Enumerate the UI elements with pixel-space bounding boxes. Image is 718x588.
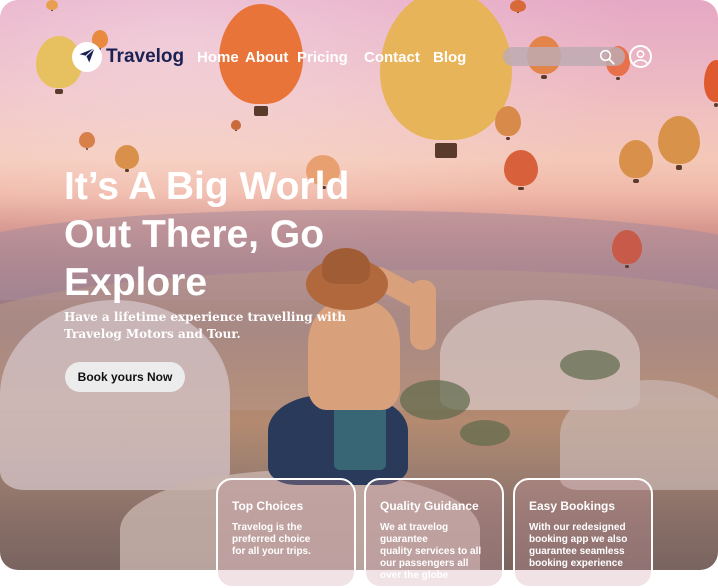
nav-contact[interactable]: Contact xyxy=(364,49,420,66)
hot-air-balloon xyxy=(510,0,526,14)
hot-air-balloon xyxy=(46,0,58,12)
hot-air-balloon xyxy=(79,132,95,150)
feature-card-title: Quality Guidance xyxy=(380,499,479,513)
nav-blog[interactable]: Blog xyxy=(433,49,466,66)
book-now-button[interactable]: Book yours Now xyxy=(65,362,185,392)
hot-air-balloon xyxy=(495,106,521,140)
nav-pricing[interactable]: Pricing xyxy=(297,49,348,66)
hot-air-balloon xyxy=(658,116,700,170)
feature-card-title: Easy Bookings xyxy=(529,499,616,513)
paper-plane-icon xyxy=(78,46,96,69)
feature-card-top-choices[interactable]: Top Choices Travelog is the preferred ch… xyxy=(216,478,356,588)
hot-air-balloon xyxy=(504,150,538,191)
feature-card-quality-guidance[interactable]: Quality Guidance We at travelog guarante… xyxy=(364,478,504,588)
user-circle-icon[interactable] xyxy=(629,45,652,68)
feature-card-title: Top Choices xyxy=(232,499,304,513)
shrub xyxy=(400,380,470,420)
nav-about[interactable]: About xyxy=(245,49,288,66)
brand-name[interactable]: Travelog xyxy=(106,46,184,68)
hero-title: It’s A Big World Out There, Go Explore xyxy=(64,165,350,304)
hot-air-balloon xyxy=(619,140,653,183)
hero-subtitle: Have a lifetime experience travelling wi… xyxy=(64,310,346,341)
feature-card-text: We at travelog guarantee quality service… xyxy=(380,522,482,581)
feature-card-text: With our redesigned booking app we also … xyxy=(529,522,628,569)
feature-card-text: Travelog is the preferred choice for all… xyxy=(232,522,311,557)
hot-air-balloon xyxy=(612,230,642,269)
woman-arm xyxy=(410,280,436,350)
shrub xyxy=(560,350,620,380)
search-icon[interactable] xyxy=(598,48,616,66)
hot-air-balloon xyxy=(231,120,241,132)
nav-home[interactable]: Home xyxy=(197,49,239,66)
feature-card-easy-bookings[interactable]: Easy Bookings With our redesigned bookin… xyxy=(513,478,653,588)
logo-badge[interactable] xyxy=(72,42,102,72)
rock-formation xyxy=(560,380,718,490)
shrub xyxy=(460,420,510,446)
hot-air-balloon xyxy=(380,0,512,158)
